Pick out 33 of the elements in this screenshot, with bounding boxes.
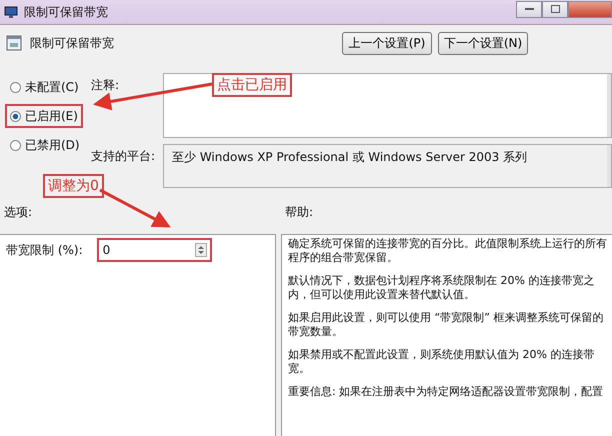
nav-button[interactable]: 下一个设置(N) xyxy=(438,32,528,54)
spin-field[interactable]: 0 xyxy=(96,238,212,262)
minimize-button[interactable] xyxy=(516,0,542,18)
spin-arrows-icon[interactable] xyxy=(194,243,207,257)
annotation-callout: 点击已启用 xyxy=(212,73,292,97)
help-paragraph: 重要信息: 如果在注册表中为特定网络适配器设置带宽限制，配置 xyxy=(288,385,604,399)
comment-field[interactable] xyxy=(163,73,612,138)
close-button[interactable] xyxy=(568,0,612,18)
nav-button[interactable]: 上一个设置(P) xyxy=(342,32,432,54)
scrollbar[interactable] xyxy=(607,145,611,187)
help-paragraph: 默认情况下，数据包计划程序将系统限制在 20% 的连接带宽之内，但可以使用此设置来替代默认值。 xyxy=(288,274,596,302)
radio-option[interactable]: 已启用(E) xyxy=(5,104,83,128)
field-label: 带宽限制 (%): xyxy=(6,242,83,258)
annotation-arrow xyxy=(99,188,171,228)
help-paragraph: 如果启用此设置，则可以使用 “带宽限制” 框来调整系统可保留的带宽数量。 xyxy=(288,311,604,339)
comment-label: 注释: xyxy=(91,77,120,94)
annotation-callout: 调整为0 xyxy=(43,174,104,198)
policy-icon xyxy=(6,35,22,51)
maximize-button[interactable] xyxy=(542,0,568,18)
scrollbar[interactable] xyxy=(607,74,611,137)
radio-option[interactable]: 已禁用(D) xyxy=(5,133,85,157)
monitor-icon xyxy=(4,6,18,18)
maximize-icon xyxy=(550,5,560,13)
radio-option[interactable]: 未配置(C) xyxy=(5,75,84,99)
help-paragraph: 确定系统可保留的连接带宽的百分比。此值限制系统上运行的所有程序的组合带宽保留。 xyxy=(288,237,608,265)
platform-field: 至少 Windows XP Professional 或 Windows Server 2003 系列 xyxy=(163,144,612,188)
options-label: 选项: xyxy=(4,204,32,221)
help-label: 帮助: xyxy=(285,204,314,221)
minimize-icon xyxy=(524,8,534,10)
window-title: 限制可保留带宽 xyxy=(24,4,108,20)
help-paragraph: 如果禁用或不配置此设置，则系统使用默认值为 20% 的连接带宽。 xyxy=(288,348,596,376)
policy-title: 限制可保留带宽 xyxy=(30,34,114,52)
platform-label: 支持的平台: xyxy=(91,148,156,165)
